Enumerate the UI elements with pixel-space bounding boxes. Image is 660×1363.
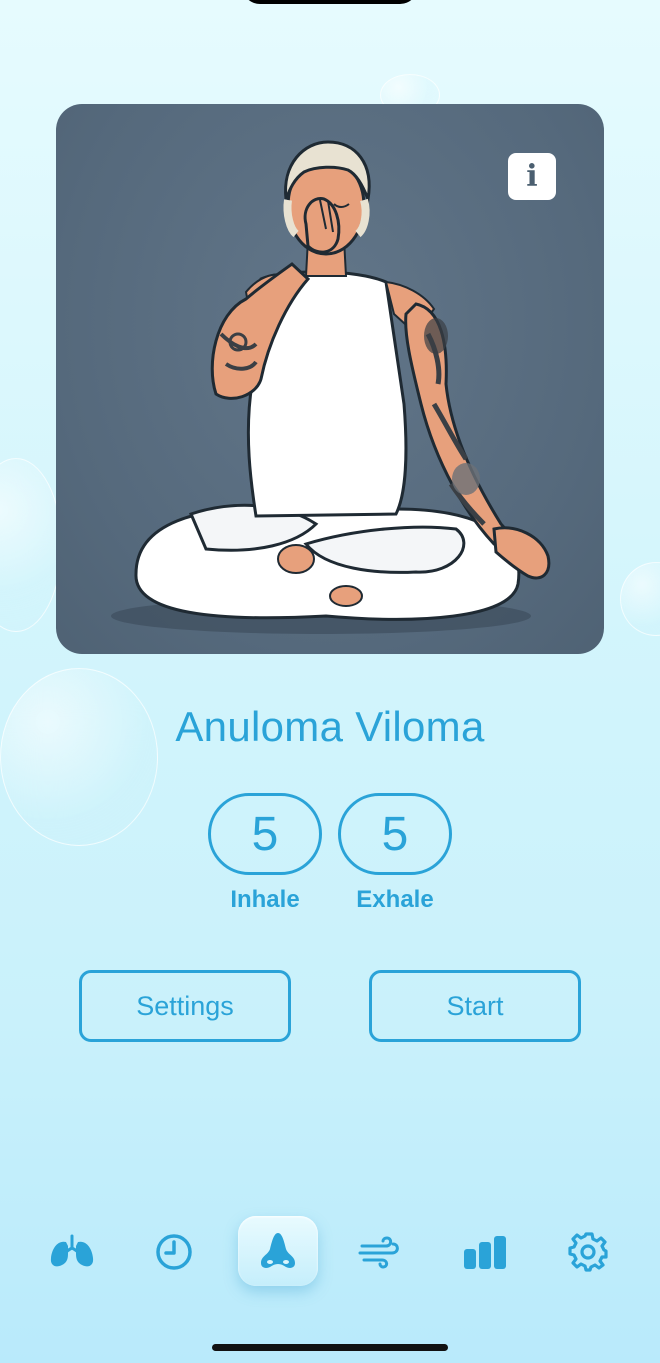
inhale-label: Inhale <box>230 886 300 913</box>
tab-settings[interactable] <box>558 1222 618 1282</box>
settings-button[interactable]: Settings <box>79 970 291 1042</box>
device-notch <box>242 0 418 4</box>
exhale-label: Exhale <box>356 886 434 913</box>
info-icon: i <box>526 159 538 194</box>
wind-icon <box>358 1236 399 1269</box>
tab-statistics[interactable] <box>455 1222 515 1282</box>
home-indicator <box>212 1344 448 1351</box>
lungs-icon <box>50 1234 94 1267</box>
exercise-title: Anuloma Viloma <box>175 703 485 750</box>
info-button[interactable]: i <box>508 153 556 200</box>
gear-icon <box>568 1232 608 1272</box>
tab-breath[interactable] <box>350 1222 410 1282</box>
nose-icon <box>261 1233 295 1268</box>
clock-icon <box>156 1234 192 1270</box>
bubble-decoration <box>0 668 158 846</box>
start-button[interactable]: Start <box>369 970 581 1042</box>
tab-timer[interactable] <box>144 1222 204 1282</box>
tab-lungs[interactable] <box>42 1222 102 1282</box>
bubble-decoration <box>620 562 660 636</box>
inhale-count[interactable]: 5 <box>208 793 322 875</box>
exhale-count[interactable]: 5 <box>338 793 452 875</box>
tab-nostril-breathing[interactable] <box>238 1216 318 1286</box>
bar-chart-icon <box>464 1236 506 1269</box>
bubble-decoration <box>0 458 62 632</box>
